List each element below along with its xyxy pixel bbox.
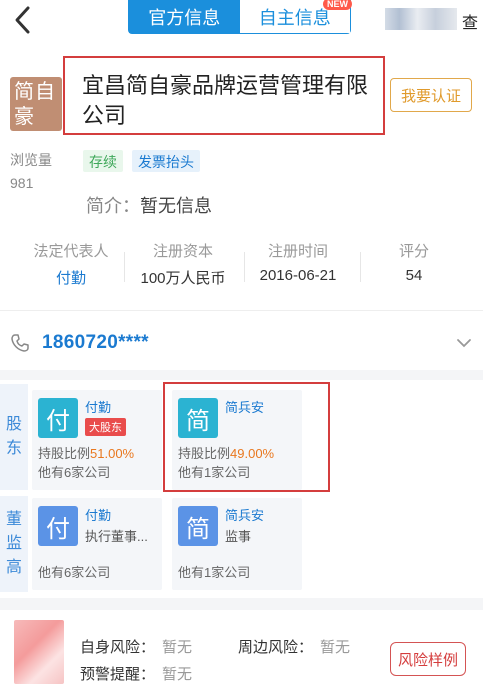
tab-official-info[interactable]: 官方信息: [129, 0, 240, 33]
views-label: 浏览量: [10, 152, 52, 168]
stat-registered-capital: 注册资本 100万人民币: [132, 240, 234, 288]
shareholder-card[interactable]: 付 付勤 大股东 持股比例51.00% 他有6家公司: [32, 390, 162, 490]
shareholder-highlight-box: [163, 382, 330, 492]
warning-label: 预警提醒：: [80, 666, 156, 683]
stat-divider: [124, 252, 125, 282]
section-gap: [0, 598, 483, 610]
stat-value: 2016-06-21: [259, 267, 337, 284]
executive-card[interactable]: 付 付勤 执行董事... 他有6家公司: [32, 498, 162, 590]
shareholder-name[interactable]: 付勤: [85, 397, 111, 416]
stat-score: 评分 54: [384, 240, 444, 284]
shareholders-label: 股 东: [0, 384, 28, 490]
self-risk-label: 自身风险：: [80, 639, 156, 656]
label-char: 监: [5, 535, 22, 552]
stat-legal-rep[interactable]: 法定代表人 付勤: [22, 240, 120, 288]
stat-value[interactable]: 付勤: [22, 267, 120, 288]
label-char: 高: [5, 559, 22, 576]
stat-label: 注册资本: [152, 243, 213, 260]
share-label: 持股比例: [38, 446, 91, 461]
chevron-down-icon[interactable]: [456, 336, 472, 348]
label-char: 股: [5, 416, 22, 433]
peripheral-risk-value: 暂无: [320, 639, 351, 656]
risk-logo: [14, 620, 64, 684]
invoice-title-tag[interactable]: 发票抬头: [132, 150, 200, 172]
other-companies[interactable]: 他有6家公司: [38, 562, 110, 581]
person-avatar: 付: [38, 506, 78, 546]
top-bar: 官方信息 自主信息 NEW 查: [0, 0, 483, 44]
executive-name[interactable]: 简兵安: [225, 505, 264, 524]
stat-divider: [360, 252, 361, 282]
major-shareholder-badge: 大股东: [85, 418, 126, 436]
back-arrow-icon[interactable]: [8, 2, 38, 38]
certify-button[interactable]: 我要认证: [390, 78, 472, 112]
stat-value: 100万人民币: [140, 270, 226, 287]
label-char: 董: [5, 511, 22, 528]
section-gap: [0, 370, 483, 380]
company-intro: 简介：暂无信息: [86, 192, 212, 218]
risk-sample-button[interactable]: 风险样例: [390, 642, 466, 676]
executive-card[interactable]: 简 简兵安 监事 他有1家公司: [172, 498, 302, 590]
person-avatar: 付: [38, 398, 78, 438]
top-right-action[interactable]: 查: [462, 9, 478, 33]
views-count: 981: [10, 175, 34, 191]
new-badge: NEW: [323, 0, 352, 10]
person-avatar: 简: [178, 506, 218, 546]
executives-label: 董 监 高: [0, 496, 28, 592]
company-logo: 简自豪: [10, 77, 62, 131]
name-highlight-box: [63, 56, 385, 135]
stat-value: 54: [405, 267, 423, 284]
other-companies[interactable]: 他有1家公司: [178, 562, 250, 581]
stat-label: 评分: [398, 243, 429, 260]
executive-name[interactable]: 付勤: [85, 505, 111, 524]
phone-icon: [10, 333, 30, 353]
phone-number[interactable]: 1860720****: [42, 332, 149, 354]
share-percent: 51.00%: [90, 446, 135, 461]
intro-label: 简介：: [86, 196, 140, 216]
executive-role: 监事: [225, 529, 252, 544]
other-companies[interactable]: 他有6家公司: [38, 462, 110, 481]
stat-registered-date: 注册时间 2016-06-21: [250, 240, 346, 284]
stat-divider: [244, 252, 245, 282]
status-badge: 存续: [83, 150, 123, 172]
divider: [0, 310, 483, 311]
stat-label: 注册时间: [267, 243, 328, 260]
share-ratio: 持股比例51.00%: [38, 443, 134, 462]
blurred-content: [385, 8, 457, 30]
executive-role: 执行董事...: [85, 529, 148, 544]
info-tabs: 官方信息 自主信息 NEW: [128, 0, 352, 34]
stat-label: 法定代表人: [33, 243, 109, 260]
warning-value: 暂无: [162, 666, 193, 683]
peripheral-risk-label: 周边风险：: [238, 639, 314, 656]
label-char: 东: [5, 440, 22, 457]
tab-self-info[interactable]: 自主信息 NEW: [239, 0, 352, 33]
self-risk-value: 暂无: [162, 639, 193, 656]
intro-value: 暂无信息: [140, 196, 212, 216]
